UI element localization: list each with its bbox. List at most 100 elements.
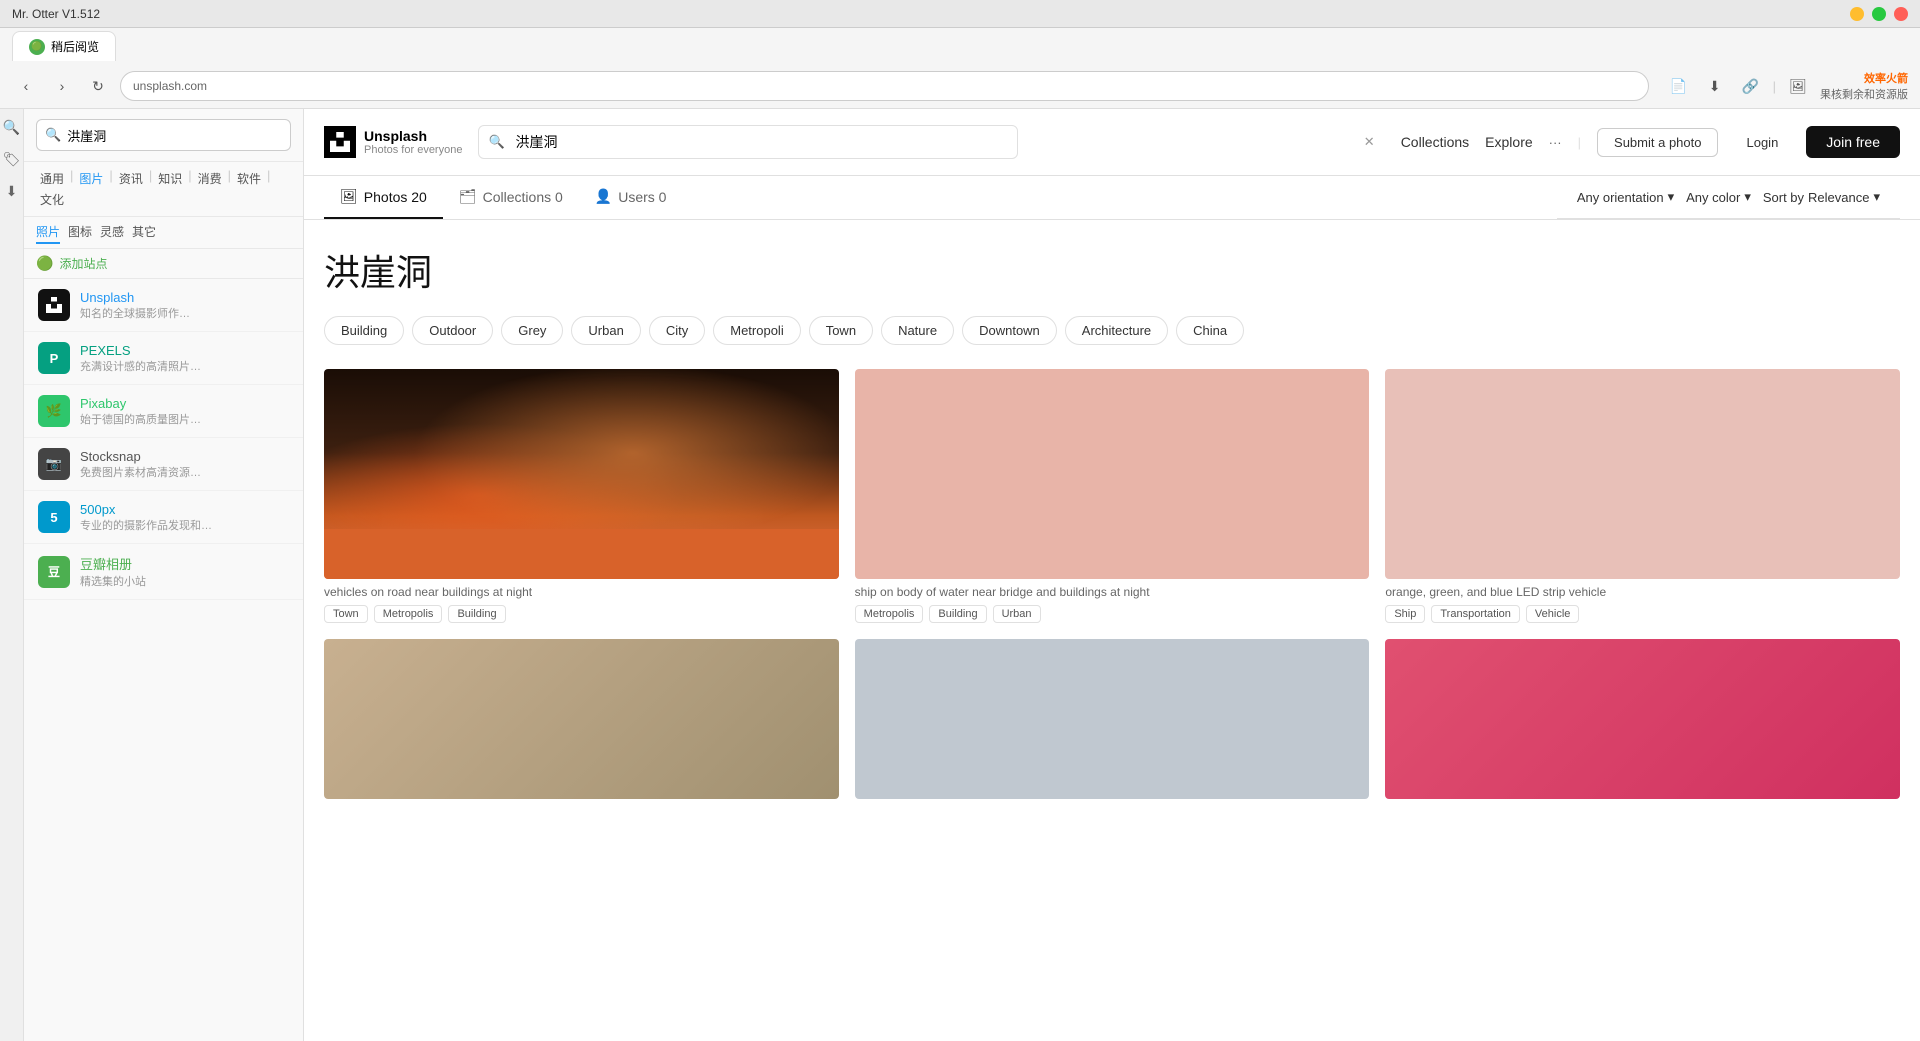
sidebar-add-site-button[interactable]: 🟢 添加站点 <box>24 249 303 279</box>
unsplash-search-area: 🔍 ✕ <box>478 125 1384 159</box>
photo-card-5[interactable] <box>855 639 1370 799</box>
sidebar-sites-list: Unsplash 知名的全球摄影师作… P PEXELS 充满设计感的高清照片…… <box>24 279 303 1041</box>
sidebar-nav-tab-knowledge[interactable]: 知识 <box>154 168 186 189</box>
photo-card-3[interactable]: orange, green, and blue LED strip vehicl… <box>1385 369 1900 623</box>
browser-refresh-button[interactable]: ↻ <box>84 72 112 100</box>
category-tag-downtown[interactable]: Downtown <box>962 316 1057 345</box>
left-icon-download[interactable]: ⬇ <box>2 181 22 201</box>
500px-site-icon: 5 <box>38 501 70 533</box>
browser-forward-button[interactable]: › <box>48 72 76 100</box>
search-tab-collections[interactable]: 🗂 Collections 0 <box>443 176 579 219</box>
category-tag-china[interactable]: China <box>1176 316 1244 345</box>
sidebar-site-pixabay[interactable]: 🌿 Pixabay 始于德国的高质量图片… <box>24 385 303 438</box>
sidebar-sub-tab-icons[interactable]: 图标 <box>68 221 92 244</box>
os-window-controls <box>1850 7 1908 21</box>
pexels-site-icon: P <box>38 342 70 374</box>
category-tag-architecture[interactable]: Architecture <box>1065 316 1168 345</box>
stocksnap-site-icon: 📷 <box>38 448 70 480</box>
color-label: Any color <box>1686 190 1740 205</box>
sort-by-control[interactable]: Sort by Relevance ▾ <box>1763 189 1880 205</box>
photo-3-caption: orange, green, and blue LED strip vehicl… <box>1385 585 1900 599</box>
left-icon-search[interactable]: 🔍 <box>2 117 22 137</box>
photo-card-2[interactable]: ship on body of water near bridge and bu… <box>855 369 1370 623</box>
orientation-label: Any orientation <box>1577 190 1664 205</box>
browser-action-3[interactable]: 🔗 <box>1737 72 1765 100</box>
orientation-filter[interactable]: Any orientation ▾ <box>1577 189 1674 205</box>
unsplash-explore-link[interactable]: Explore <box>1485 134 1532 150</box>
sidebar-site-stocksnap[interactable]: 📷 Stocksnap 免费图片素材高清资源… <box>24 438 303 491</box>
photos-tab-label: Photos 20 <box>364 189 427 205</box>
photo-3-tag-ship[interactable]: Ship <box>1385 605 1425 623</box>
photo-3-tag-transportation[interactable]: Transportation <box>1431 605 1520 623</box>
unsplash-more-button[interactable]: ··· <box>1549 135 1562 150</box>
500px-site-name: 500px <box>80 502 289 517</box>
category-tag-outdoor[interactable]: Outdoor <box>412 316 493 345</box>
sort-chevron: ▾ <box>1873 189 1880 205</box>
unsplash-site-desc: 知名的全球摄影师作… <box>80 305 289 321</box>
color-filter[interactable]: Any color ▾ <box>1686 189 1751 205</box>
sidebar-nav-tab-photo[interactable]: 图片 <box>75 168 107 189</box>
sidebar-search-box[interactable]: 🔍 <box>36 119 291 151</box>
unsplash-collections-link[interactable]: Collections <box>1401 134 1469 150</box>
sidebar-left-icons: 🔍 🏷 ⬇ <box>0 109 24 1041</box>
sidebar-nav-tab-culture[interactable]: 文化 <box>36 189 68 210</box>
search-tab-photos[interactable]: 🖼 Photos 20 <box>324 176 443 219</box>
sidebar-sub-tab-other[interactable]: 其它 <box>132 221 156 244</box>
browser-tab[interactable]: 🟢 稍后阅览 <box>12 31 116 61</box>
photo-2-tag-urban[interactable]: Urban <box>993 605 1041 623</box>
top-right-app2: 果核剩余和资源版 <box>1820 86 1908 102</box>
sidebar-site-pexels[interactable]: P PEXELS 充满设计感的高清照片… <box>24 332 303 385</box>
photo-2-tag-building[interactable]: Building <box>929 605 986 623</box>
photos-tab-icon: 🖼 <box>340 188 358 205</box>
browser-action-2[interactable]: ⬇ <box>1701 72 1729 100</box>
unsplash-login-button[interactable]: Login <box>1734 129 1790 156</box>
unsplash-search-clear-icon[interactable]: ✕ <box>1364 134 1375 150</box>
category-tag-urban[interactable]: Urban <box>571 316 640 345</box>
os-close-button[interactable] <box>1894 7 1908 21</box>
sidebar-sub-tab-inspiration[interactable]: 灵感 <box>100 221 124 244</box>
category-tag-town[interactable]: Town <box>809 316 873 345</box>
unsplash-nav: Collections Explore ··· | Submit a photo… <box>1401 126 1900 158</box>
browser-address-bar[interactable]: unsplash.com <box>120 71 1649 101</box>
os-minimize-button[interactable] <box>1850 7 1864 21</box>
unsplash-submit-photo-button[interactable]: Submit a photo <box>1597 128 1718 157</box>
sidebar-nav-tab-consume[interactable]: 消费 <box>194 168 226 189</box>
sidebar-search-icon: 🔍 <box>45 127 61 143</box>
sidebar-nav-tab-software[interactable]: 软件 <box>233 168 265 189</box>
unsplash-search-input[interactable] <box>478 125 1018 159</box>
sidebar-nav-tab-general[interactable]: 通用 <box>36 168 68 189</box>
browser-back-button[interactable]: ‹ <box>12 72 40 100</box>
photo-1-tag-town[interactable]: Town <box>324 605 368 623</box>
search-tab-users[interactable]: 👤 Users 0 <box>579 176 683 219</box>
photo-card-4[interactable] <box>324 639 839 799</box>
left-icon-tag[interactable]: 🏷 <box>2 149 22 169</box>
category-tag-metropoli[interactable]: Metropoli <box>713 316 800 345</box>
sidebar-site-500px[interactable]: 5 500px 专业的的摄影作品发现和… <box>24 491 303 544</box>
photo-1-tag-building[interactable]: Building <box>448 605 505 623</box>
browser-chrome: 🟢 稍后阅览 ‹ › ↻ unsplash.com 📄 ⬇ 🔗 | 🖼 效率火箭… <box>0 28 1920 109</box>
unsplash-search-icon: 🔍 <box>488 134 504 150</box>
category-tag-building[interactable]: Building <box>324 316 404 345</box>
collections-tab-label: Collections 0 <box>483 189 563 205</box>
browser-action-4[interactable]: 🖼 <box>1784 72 1812 100</box>
users-tab-label: Users 0 <box>618 189 666 205</box>
photo-2-tag-metropolis[interactable]: Metropolis <box>855 605 924 623</box>
sidebar-site-douban[interactable]: 豆 豆瓣相册 精选集的小站 <box>24 544 303 600</box>
category-tag-grey[interactable]: Grey <box>501 316 563 345</box>
unsplash-join-free-button[interactable]: Join free <box>1806 126 1900 158</box>
photo-2-caption: ship on body of water near bridge and bu… <box>855 585 1370 599</box>
sidebar-search-input[interactable] <box>61 128 282 143</box>
browser-action-1[interactable]: 📄 <box>1665 72 1693 100</box>
sidebar-site-unsplash[interactable]: Unsplash 知名的全球摄影师作… <box>24 279 303 332</box>
photo-card-6[interactable] <box>1385 639 1900 799</box>
category-tag-nature[interactable]: Nature <box>881 316 954 345</box>
photo-3-tag-vehicle[interactable]: Vehicle <box>1526 605 1579 623</box>
sidebar-nav-tab-news[interactable]: 资讯 <box>115 168 147 189</box>
photo-card-1[interactable]: vehicles on road near buildings at night… <box>324 369 839 623</box>
unsplash-header: Unsplash Photos for everyone 🔍 ✕ Collect… <box>304 109 1920 176</box>
douban-site-name: 豆瓣相册 <box>80 554 289 573</box>
sidebar-sub-tab-photos[interactable]: 照片 <box>36 221 60 244</box>
photo-1-tag-metropolis[interactable]: Metropolis <box>374 605 443 623</box>
os-maximize-button[interactable] <box>1872 7 1886 21</box>
category-tag-city[interactable]: City <box>649 316 705 345</box>
